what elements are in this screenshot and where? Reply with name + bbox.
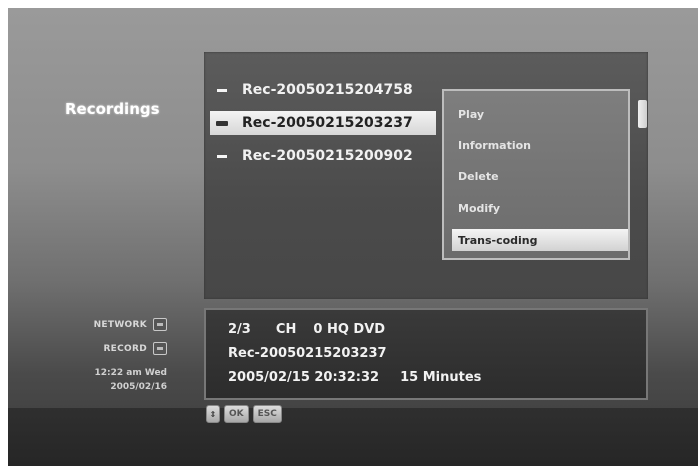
scrollbar-thumb[interactable] bbox=[638, 100, 647, 128]
bottom-band bbox=[8, 408, 698, 466]
info-panel: 2/3 CH 0 HQ DVD Rec-20050215203237 2005/… bbox=[204, 308, 648, 400]
info-recording-name: Rec-20050215203237 bbox=[228, 346, 387, 361]
record-status: RECORD bbox=[103, 342, 167, 355]
clock-date: 2005/02/16 bbox=[110, 382, 167, 392]
network-status: NETWORK bbox=[94, 318, 167, 331]
info-line-3: 2005/02/15 20:32:32 15 Minutes bbox=[228, 370, 481, 385]
section-title: Recordings bbox=[65, 100, 160, 118]
recording-name: Rec-20050215204758 bbox=[242, 82, 413, 98]
recording-icon bbox=[214, 154, 230, 158]
clock: 12:22 am Wed 2005/02/16 bbox=[94, 366, 167, 394]
menu-item-information[interactable]: Information bbox=[452, 134, 628, 156]
clock-time: 12:22 am Wed bbox=[94, 368, 167, 378]
context-menu: Play Information Delete Modify Trans-cod… bbox=[442, 89, 630, 260]
record-label: RECORD bbox=[103, 343, 147, 354]
menu-item-delete[interactable]: Delete bbox=[452, 165, 628, 187]
key-hints: ⇕ OK ESC bbox=[206, 405, 282, 423]
up-down-arrows-icon[interactable]: ⇕ bbox=[206, 405, 220, 423]
tv-screen: Recordings Rec-20050215204758 Rec-200502… bbox=[8, 8, 698, 466]
menu-item-modify[interactable]: Modify bbox=[452, 197, 628, 219]
info-channel-number: 0 bbox=[313, 322, 323, 337]
network-label: NETWORK bbox=[93, 319, 147, 330]
menu-item-trans-coding[interactable]: Trans-coding bbox=[452, 229, 628, 251]
info-channel-label: CH bbox=[275, 322, 297, 337]
record-indicator-icon bbox=[153, 342, 167, 355]
info-duration: 15 Minutes bbox=[400, 370, 482, 385]
info-line-1: 2/3 CH 0 HQ DVD bbox=[228, 322, 385, 337]
recording-icon bbox=[214, 88, 230, 92]
recording-name: Rec-20050215200902 bbox=[242, 148, 413, 164]
info-quality: HQ DVD bbox=[326, 322, 386, 337]
recording-item-selected[interactable]: Rec-20050215203237 bbox=[210, 111, 436, 135]
esc-key[interactable]: ESC bbox=[252, 405, 282, 423]
recording-name: Rec-20050215203237 bbox=[242, 115, 413, 131]
network-indicator-icon bbox=[153, 318, 167, 331]
menu-item-play[interactable]: Play bbox=[452, 103, 628, 125]
info-position: 2/3 bbox=[228, 322, 251, 337]
ok-key[interactable]: OK bbox=[224, 405, 249, 423]
recording-icon bbox=[214, 120, 230, 126]
info-datetime: 2005/02/15 20:32:32 bbox=[228, 370, 380, 385]
